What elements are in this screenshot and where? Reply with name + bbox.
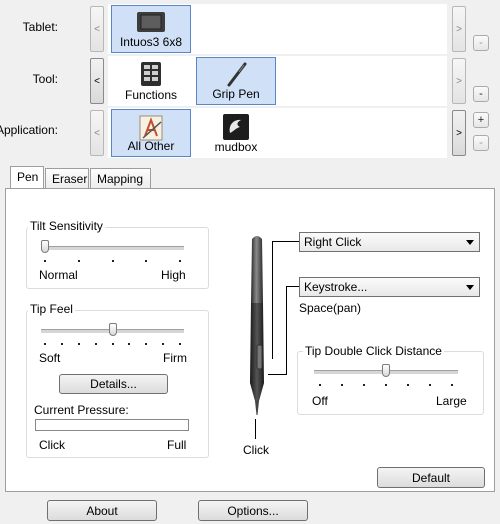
lower-side-button-keystroke: Space(pan) — [299, 301, 362, 315]
slider-tick — [128, 343, 131, 345]
about-button[interactable]: About — [47, 500, 157, 521]
tip-feel-min-label: Soft — [39, 351, 61, 365]
slider-tick — [145, 260, 148, 262]
tip-feel-max-label: Firm — [163, 351, 187, 365]
upper-button-connector-v — [272, 241, 273, 359]
lower-side-button-dropdown[interactable]: Keystroke... — [299, 277, 480, 297]
upper-side-button-dropdown[interactable]: Right Click — [299, 232, 480, 252]
slider-tick — [111, 343, 114, 345]
tablet-item-intuos3[interactable]: Intuos3 6x8 — [111, 5, 191, 53]
tool-item-label: Functions — [124, 88, 178, 102]
application-add-button[interactable]: + — [473, 112, 489, 128]
slider-tick — [162, 343, 165, 345]
pressure-min-label: Click — [39, 438, 65, 452]
application-item-all-other[interactable]: All Other — [111, 109, 191, 157]
upper-button-connector — [272, 241, 300, 242]
double-click-max-label: Large — [436, 394, 467, 408]
tilt-sensitivity-title: Tilt Sensitivity — [28, 219, 105, 233]
slider-tick — [44, 343, 46, 345]
current-pressure-bar — [35, 419, 189, 431]
slider-tick — [385, 384, 387, 386]
application-scroll-right-button[interactable]: > — [452, 110, 466, 156]
tool-item-grip-pen[interactable]: Grip Pen — [196, 57, 276, 105]
slider-tick — [179, 343, 181, 345]
slider-tick — [145, 343, 148, 345]
slider-tick — [94, 343, 97, 345]
tab-eraser[interactable]: Eraser — [45, 168, 89, 189]
mudbox-icon — [223, 114, 249, 140]
pen-tip-label: Click — [243, 443, 269, 457]
slider-tick — [60, 343, 63, 345]
tilt-min-label: Normal — [39, 268, 78, 282]
lower-button-connector-v — [286, 286, 287, 374]
lower-side-button-value: Keystroke... — [304, 280, 368, 294]
slider-tick — [179, 260, 181, 262]
tilt-slider-track — [41, 246, 184, 251]
application-item-mudbox[interactable]: mudbox — [196, 109, 276, 157]
application-row-label: Application: — [0, 123, 58, 137]
application-list: All Other mudbox — [108, 108, 447, 158]
slider-tick — [429, 384, 431, 386]
tablet-scroll-left-button[interactable]: < — [90, 6, 104, 52]
tip-feel-slider-thumb[interactable] — [108, 323, 117, 336]
pen-tab-panel: Tilt Sensitivity Normal High Tip Feel So… — [5, 188, 495, 492]
pen-icon — [227, 62, 247, 87]
details-button[interactable]: Details... — [59, 374, 168, 394]
lower-button-connector — [286, 286, 300, 287]
tab-mapping[interactable]: Mapping — [90, 168, 151, 189]
slider-tick — [451, 384, 453, 386]
application-item-label: All Other — [127, 139, 175, 153]
tablet-remove-button[interactable]: - — [473, 35, 489, 51]
slider-tick — [363, 384, 365, 386]
all-other-icon — [139, 115, 163, 141]
double-click-min-label: Off — [312, 394, 328, 408]
tablet-row-label: Tablet: — [22, 20, 58, 34]
slider-tick — [341, 384, 343, 386]
tab-pen[interactable]: Pen — [10, 166, 44, 188]
tool-item-label: Grip Pen — [212, 87, 260, 101]
slider-tick — [319, 384, 321, 386]
tablet-item-label: Intuos3 6x8 — [119, 35, 183, 49]
tip-connector — [255, 419, 256, 439]
chevron-down-icon — [466, 240, 474, 245]
double-click-slider-thumb[interactable] — [382, 364, 390, 377]
default-button[interactable]: Default — [377, 467, 485, 488]
slider-tick — [77, 260, 80, 262]
slider-tick — [407, 384, 409, 386]
double-click-distance-title: Tip Double Click Distance — [303, 344, 444, 358]
slider-tick — [44, 260, 46, 262]
application-item-label: mudbox — [214, 140, 258, 154]
tip-feel-title: Tip Feel — [28, 302, 75, 316]
tool-row-label: Tool: — [32, 72, 58, 86]
options-button[interactable]: Options... — [198, 500, 308, 521]
tablet-icon — [137, 12, 165, 32]
application-remove-button[interactable]: - — [473, 135, 489, 151]
current-pressure-label: Current Pressure: — [34, 403, 129, 417]
application-scroll-left-button[interactable]: < — [90, 110, 104, 156]
chevron-down-icon — [466, 285, 474, 290]
tool-remove-button[interactable]: - — [473, 86, 489, 102]
tablet-scroll-right-button[interactable]: > — [452, 6, 466, 52]
tilt-max-label: High — [161, 268, 186, 282]
slider-tick — [111, 260, 114, 262]
tilt-slider-thumb[interactable] — [41, 240, 49, 253]
tool-list: Functions Grip Pen — [108, 56, 447, 106]
upper-side-button-value: Right Click — [304, 235, 362, 249]
grip-pen-illustration — [250, 236, 264, 415]
lower-button-connector-h — [268, 374, 287, 375]
tablet-list: Intuos3 6x8 — [108, 4, 447, 54]
pressure-max-label: Full — [167, 438, 187, 452]
tool-item-functions[interactable]: Functions — [111, 57, 191, 105]
slider-tick — [77, 343, 80, 345]
tool-scroll-right-button[interactable]: > — [452, 58, 466, 104]
tool-scroll-left-button[interactable]: < — [90, 58, 104, 104]
functions-icon — [141, 62, 161, 86]
